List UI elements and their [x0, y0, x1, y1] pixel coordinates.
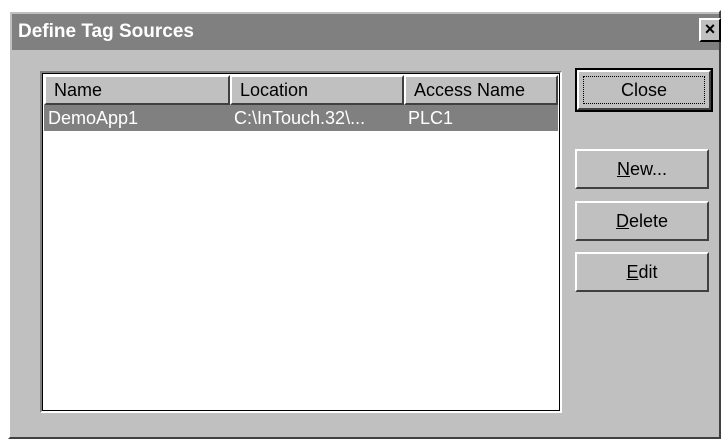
column-header-access-name[interactable]: Access Name: [404, 75, 558, 105]
new-button-label: New...: [617, 159, 667, 179]
new-button[interactable]: New...: [575, 149, 709, 189]
cell-name: DemoApp1: [48, 108, 139, 128]
cell-access-name: PLC1: [408, 108, 454, 128]
window-title: Define Tag Sources: [18, 21, 194, 42]
define-tag-sources-dialog: Define Tag Sources × Name Location Acces…: [8, 10, 721, 439]
column-header-location[interactable]: Location: [230, 75, 404, 105]
close-button-label: Close: [620, 80, 668, 100]
list-item[interactable]: DemoApp1 C:\InTouch.32\... PLC1: [44, 105, 558, 131]
title-bar: Define Tag Sources: [12, 14, 719, 50]
list-header: Name Location Access Name: [44, 75, 558, 105]
delete-button-label: Delete: [616, 211, 668, 231]
edit-button[interactable]: Edit: [575, 252, 709, 292]
cell-location: C:\InTouch.32\...: [234, 108, 366, 128]
delete-rest: elete: [628, 211, 669, 231]
close-button[interactable]: Close: [575, 68, 713, 112]
delete-button[interactable]: Delete: [575, 201, 709, 241]
new-rest: ew...: [629, 159, 668, 179]
tag-sources-list[interactable]: Name Location Access Name DemoApp1 C:\In…: [40, 71, 562, 413]
new-accel: N: [616, 159, 630, 179]
edit-accel: E: [626, 262, 639, 282]
edit-button-label: Edit: [626, 262, 657, 282]
column-header-name[interactable]: Name: [44, 75, 230, 105]
delete-accel: D: [615, 211, 629, 231]
edit-rest: dit: [638, 262, 658, 282]
close-icon[interactable]: ×: [699, 18, 721, 42]
